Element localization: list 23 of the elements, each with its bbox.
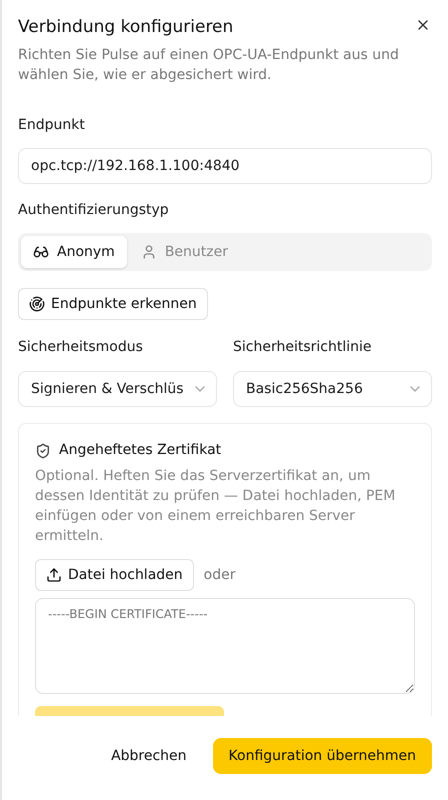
radar-icon bbox=[29, 296, 45, 312]
field-label: Endpunkt bbox=[18, 116, 86, 135]
glasses-icon bbox=[33, 244, 49, 260]
pem-field[interactable]: -----BEGIN CERTIFICATE----- bbox=[35, 598, 415, 694]
dialog-title: Verbindung konfigurieren bbox=[18, 16, 234, 38]
upload-button[interactable]: Datei hochladen bbox=[35, 559, 194, 591]
cancel-button[interactable]: Abbrechen bbox=[109, 738, 189, 774]
field-label: Sicherheitsmodus bbox=[18, 338, 144, 357]
card-description: Optional. Heften Sie das Serverzertifikat an, um dessen Identität zu prüfen — Datei hochladen, PEM einfügen oder von einem erreichbaren Server ermitteln. bbox=[35, 467, 396, 546]
confirm-button[interactable]: Konfiguration übernehmen bbox=[212, 738, 432, 774]
user-icon bbox=[140, 244, 157, 260]
shield-check-icon bbox=[35, 442, 51, 458]
upload-icon bbox=[46, 567, 62, 583]
card-title: Angeheftetes Zertifikat bbox=[59, 441, 222, 460]
discover-button[interactable]: Endpunkte erkennen bbox=[18, 288, 208, 320]
select-field[interactable]: Signieren & Verschlüs bbox=[18, 371, 217, 407]
endpoint-field[interactable]: opc.tcp://192.168.1.100:4840 bbox=[18, 148, 432, 184]
or-text: oder bbox=[204, 566, 236, 584]
field-label: Sicherheitsrichtlinie bbox=[233, 338, 372, 357]
select-field[interactable]: Basic256Sha256 bbox=[233, 371, 432, 407]
auth-option[interactable]: Anonym bbox=[21, 236, 127, 268]
dialog-description: Richten Sie Pulse auf einen OPC-UA-Endpunkt aus und wählen Sie, wie er abgesichert wird. bbox=[18, 46, 400, 85]
field-label: Authentifizierungstyp bbox=[18, 201, 170, 220]
